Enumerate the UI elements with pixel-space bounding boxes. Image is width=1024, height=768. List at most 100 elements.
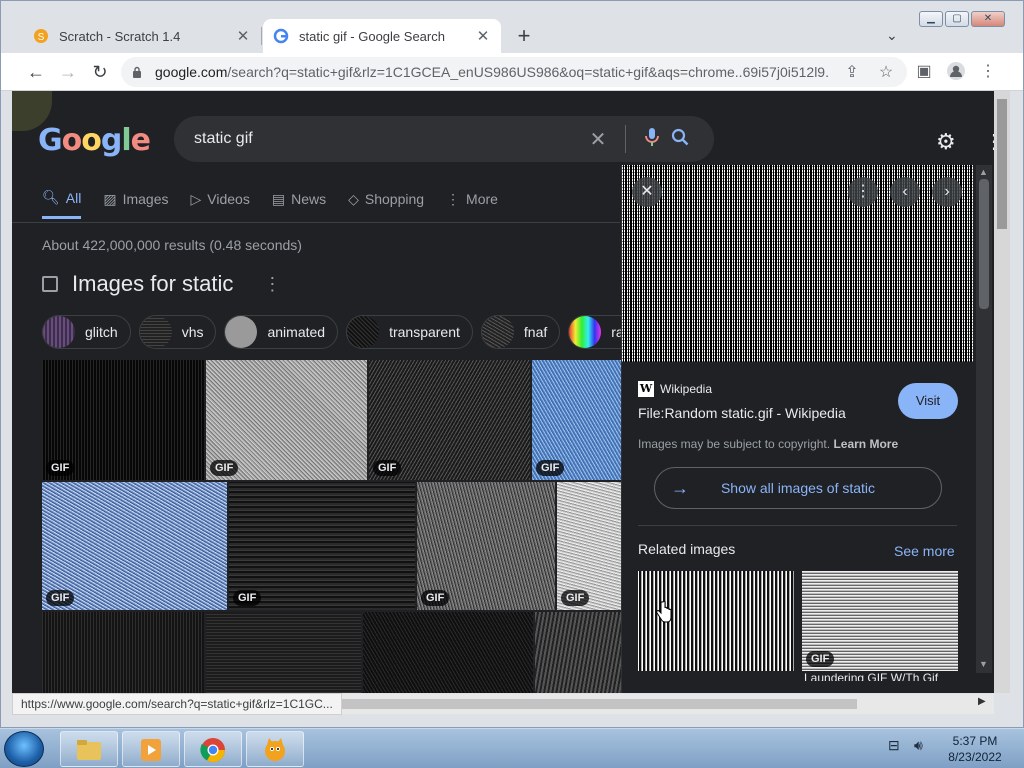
search-icon[interactable] <box>666 128 694 151</box>
search-query[interactable]: static gif <box>194 130 583 148</box>
panel-menu-kebab-icon[interactable]: ⋮ <box>848 177 878 207</box>
logo-letter: e <box>130 123 151 158</box>
url-host: google.com <box>155 64 228 80</box>
arrow-right-icon: → <box>671 477 689 498</box>
chip-glitch[interactable]: glitch <box>42 315 131 349</box>
close-tab-icon[interactable]: ✕ <box>475 27 491 45</box>
tab-news[interactable]: ▤ News <box>272 189 326 219</box>
close-tab-icon[interactable]: ✕ <box>235 27 251 45</box>
tray-network-icon[interactable]: ⊟ <box>888 737 900 754</box>
tab-shopping[interactable]: ◇ Shopping <box>348 189 424 219</box>
browser-menu-icon[interactable]: ⋮ <box>977 61 999 83</box>
minimize-icon[interactable]: ▁ <box>919 11 943 27</box>
scroll-right-icon[interactable]: ▶ <box>978 696 986 707</box>
tab-more[interactable]: ⋮ More <box>446 189 498 219</box>
previous-image-icon[interactable]: ‹ <box>890 177 920 207</box>
new-tab-icon[interactable]: + <box>513 25 535 47</box>
logo-letter: G <box>38 123 63 158</box>
reload-icon[interactable]: ↻ <box>89 61 111 83</box>
profile-avatar-icon[interactable] <box>945 61 967 83</box>
search-box[interactable]: static gif ✕ <box>174 116 714 162</box>
wikipedia-logo-icon: W <box>638 381 654 397</box>
show-all-images-button[interactable]: → Show all images of static <box>654 467 942 509</box>
chip-animated[interactable]: animated <box>224 315 339 349</box>
settings-gear-icon[interactable]: ⚙ <box>936 129 956 155</box>
tag-icon: ◇ <box>348 190 359 207</box>
address-bar[interactable]: google.com/search?q=static+gif&rlz=1C1GC… <box>121 57 907 87</box>
tray-volume-icon[interactable]: 🔊︎ <box>914 737 923 754</box>
panel-scrollbar[interactable]: ▲ ▼ <box>976 165 992 673</box>
scroll-up-icon[interactable]: ▲ <box>979 167 988 177</box>
tab-strip: S Scratch - Scratch 1.4 ✕ static gif - G… <box>1 1 1023 53</box>
page-scroll-thumb[interactable] <box>997 99 1007 229</box>
taskbar-scratch[interactable] <box>246 731 304 767</box>
image-result[interactable]: GIF <box>417 482 555 610</box>
taskbar-clock[interactable]: 5:37 PM 8/23/2022 <box>942 733 1008 765</box>
preview-image[interactable] <box>622 165 973 362</box>
next-image-icon[interactable]: › <box>932 177 962 207</box>
tab-scratch[interactable]: S Scratch - Scratch 1.4 ✕ <box>23 19 261 53</box>
folder-icon <box>77 740 101 760</box>
close-panel-icon[interactable]: ✕ <box>632 177 662 207</box>
forward-icon[interactable]: → <box>57 61 79 83</box>
chip-transparent[interactable]: transparent <box>346 315 473 349</box>
gif-badge: GIF <box>210 460 239 476</box>
source-site[interactable]: W Wikipedia <box>638 381 712 397</box>
preview-title[interactable]: File:Random static.gif - Wikipedia <box>638 405 846 421</box>
tab-search-chevron-icon[interactable]: ⌄ <box>886 27 898 44</box>
images-heading: Images for static <box>72 271 234 296</box>
image-result[interactable]: GIF <box>42 360 204 480</box>
section-menu-kebab-icon[interactable]: ⋮ <box>263 274 281 295</box>
clear-search-icon[interactable]: ✕ <box>583 127 613 152</box>
close-window-icon[interactable]: ✕ <box>971 11 1005 27</box>
scratch-cat-icon <box>265 738 285 761</box>
share-icon[interactable]: ⇪ <box>841 62 863 82</box>
tab-all[interactable]: 🔍︎ All <box>42 189 82 219</box>
image-result[interactable] <box>363 612 533 693</box>
maximize-icon[interactable]: ▢ <box>945 11 969 27</box>
image-section-icon <box>42 276 58 292</box>
back-icon[interactable]: ← <box>25 61 47 83</box>
image-result[interactable]: GIF <box>206 360 367 480</box>
image-result[interactable] <box>42 612 204 693</box>
learn-more-link[interactable]: Learn More <box>833 437 898 451</box>
taskbar-explorer[interactable] <box>60 731 118 767</box>
image-result[interactable]: GIF <box>229 482 415 610</box>
news-icon: ▤ <box>271 190 286 207</box>
scratch-favicon-icon: S <box>34 29 48 43</box>
taskbar-chrome[interactable] <box>184 731 242 767</box>
image-result[interactable]: GIF <box>369 360 530 480</box>
image-result[interactable] <box>206 612 361 693</box>
clock-date: 8/23/2022 <box>948 750 1002 764</box>
start-button-icon[interactable] <box>4 731 44 767</box>
side-panel-icon[interactable]: ▣ <box>913 61 935 83</box>
visit-button[interactable]: Visit <box>898 383 958 419</box>
page-vertical-scrollbar[interactable] <box>994 91 1010 693</box>
hand-cursor-icon <box>656 601 672 623</box>
google-logo[interactable]: Google <box>38 123 151 158</box>
panel-scroll-thumb[interactable] <box>979 179 989 309</box>
url-text: google.com/search?q=static+gif&rlz=1C1GC… <box>155 64 829 80</box>
tab-google-search[interactable]: static gif - Google Search ✕ <box>263 19 501 53</box>
panel-divider <box>638 525 957 526</box>
related-image[interactable] <box>638 571 794 671</box>
microphone-icon[interactable] <box>638 127 666 152</box>
chip-fnaf[interactable]: fnaf <box>480 315 561 349</box>
tab-label: More <box>466 191 498 207</box>
apps-kebab-icon[interactable]: ⋮ <box>984 129 994 154</box>
bookmark-star-icon[interactable]: ☆ <box>875 62 897 82</box>
chrome-icon <box>200 738 225 763</box>
related-image[interactable]: GIF <box>802 571 958 671</box>
related-caption: Laundering GIF W/Th Gif <box>804 671 939 681</box>
scroll-down-icon[interactable]: ▼ <box>979 659 988 669</box>
svg-text:S: S <box>38 32 45 43</box>
windows-taskbar: ⊟ 🔊︎ 5:37 PM 8/23/2022 <box>0 728 1024 768</box>
image-result[interactable]: GIF <box>42 482 227 610</box>
chip-vhs[interactable]: vhs <box>138 315 217 349</box>
tab-images[interactable]: ▨ Images <box>103 189 168 219</box>
logo-letter: g <box>100 123 123 158</box>
tab-videos[interactable]: ▷ Videos <box>191 189 250 219</box>
taskbar-media-player[interactable] <box>122 731 180 767</box>
chip-label: glitch <box>85 324 118 340</box>
see-more-link[interactable]: See more <box>894 543 955 559</box>
